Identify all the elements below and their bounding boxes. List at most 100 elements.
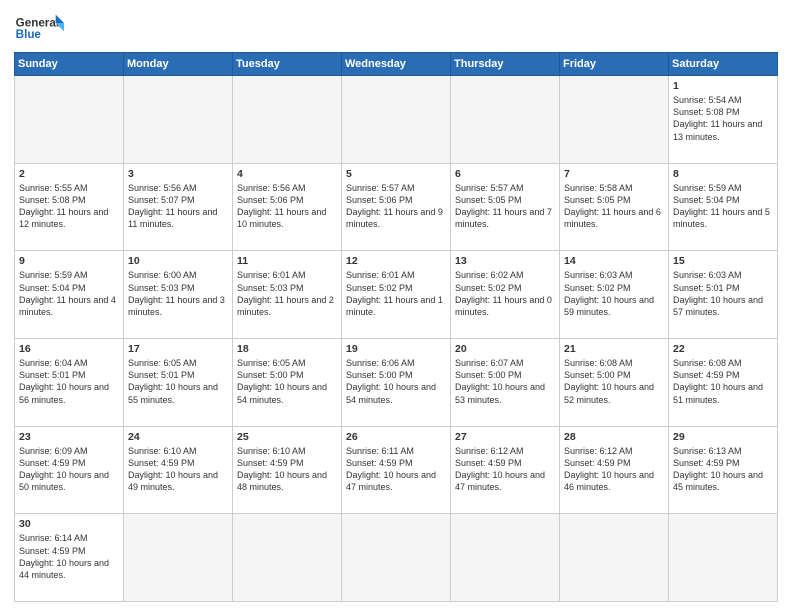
- calendar-table: SundayMondayTuesdayWednesdayThursdayFrid…: [14, 52, 778, 602]
- weekday-header-friday: Friday: [560, 53, 669, 76]
- logo: General Blue: [14, 10, 64, 46]
- calendar-cell: [124, 514, 233, 602]
- day-info: Sunrise: 5:58 AM Sunset: 5:05 PM Dayligh…: [564, 182, 664, 231]
- page: General Blue SundayMondayTuesdayWednesda…: [0, 0, 792, 612]
- weekday-header-sunday: Sunday: [15, 53, 124, 76]
- calendar-cell: [15, 76, 124, 164]
- day-info: Sunrise: 5:56 AM Sunset: 5:06 PM Dayligh…: [237, 182, 337, 231]
- day-info: Sunrise: 6:13 AM Sunset: 4:59 PM Dayligh…: [673, 445, 773, 494]
- calendar-cell: 18Sunrise: 6:05 AM Sunset: 5:00 PM Dayli…: [233, 338, 342, 426]
- calendar-cell: 7Sunrise: 5:58 AM Sunset: 5:05 PM Daylig…: [560, 163, 669, 251]
- day-info: Sunrise: 6:00 AM Sunset: 5:03 PM Dayligh…: [128, 269, 228, 318]
- calendar-cell: 12Sunrise: 6:01 AM Sunset: 5:02 PM Dayli…: [342, 251, 451, 339]
- day-number: 11: [237, 254, 337, 268]
- calendar-cell: 24Sunrise: 6:10 AM Sunset: 4:59 PM Dayli…: [124, 426, 233, 514]
- day-info: Sunrise: 5:59 AM Sunset: 5:04 PM Dayligh…: [673, 182, 773, 231]
- day-info: Sunrise: 5:59 AM Sunset: 5:04 PM Dayligh…: [19, 269, 119, 318]
- day-number: 19: [346, 342, 446, 356]
- weekday-header-monday: Monday: [124, 53, 233, 76]
- calendar-cell: [451, 76, 560, 164]
- day-info: Sunrise: 6:01 AM Sunset: 5:03 PM Dayligh…: [237, 269, 337, 318]
- day-info: Sunrise: 6:05 AM Sunset: 5:00 PM Dayligh…: [237, 357, 337, 406]
- week-row-4: 16Sunrise: 6:04 AM Sunset: 5:01 PM Dayli…: [15, 338, 778, 426]
- day-info: Sunrise: 6:14 AM Sunset: 4:59 PM Dayligh…: [19, 532, 119, 581]
- calendar-cell: 13Sunrise: 6:02 AM Sunset: 5:02 PM Dayli…: [451, 251, 560, 339]
- day-number: 15: [673, 254, 773, 268]
- day-number: 1: [673, 79, 773, 93]
- week-row-2: 2Sunrise: 5:55 AM Sunset: 5:08 PM Daylig…: [15, 163, 778, 251]
- calendar-cell: [233, 514, 342, 602]
- day-number: 3: [128, 167, 228, 181]
- calendar-cell: 10Sunrise: 6:00 AM Sunset: 5:03 PM Dayli…: [124, 251, 233, 339]
- day-info: Sunrise: 6:03 AM Sunset: 5:01 PM Dayligh…: [673, 269, 773, 318]
- day-info: Sunrise: 6:12 AM Sunset: 4:59 PM Dayligh…: [455, 445, 555, 494]
- day-info: Sunrise: 5:57 AM Sunset: 5:05 PM Dayligh…: [455, 182, 555, 231]
- day-info: Sunrise: 6:02 AM Sunset: 5:02 PM Dayligh…: [455, 269, 555, 318]
- header: General Blue: [14, 10, 778, 46]
- calendar-cell: [560, 514, 669, 602]
- calendar-cell: 29Sunrise: 6:13 AM Sunset: 4:59 PM Dayli…: [669, 426, 778, 514]
- calendar-cell: 20Sunrise: 6:07 AM Sunset: 5:00 PM Dayli…: [451, 338, 560, 426]
- calendar-cell: 9Sunrise: 5:59 AM Sunset: 5:04 PM Daylig…: [15, 251, 124, 339]
- weekday-header-thursday: Thursday: [451, 53, 560, 76]
- day-info: Sunrise: 6:03 AM Sunset: 5:02 PM Dayligh…: [564, 269, 664, 318]
- day-number: 18: [237, 342, 337, 356]
- day-info: Sunrise: 6:06 AM Sunset: 5:00 PM Dayligh…: [346, 357, 446, 406]
- calendar-cell: [124, 76, 233, 164]
- calendar-cell: 27Sunrise: 6:12 AM Sunset: 4:59 PM Dayli…: [451, 426, 560, 514]
- calendar-cell: 26Sunrise: 6:11 AM Sunset: 4:59 PM Dayli…: [342, 426, 451, 514]
- day-info: Sunrise: 6:11 AM Sunset: 4:59 PM Dayligh…: [346, 445, 446, 494]
- calendar-cell: 1Sunrise: 5:54 AM Sunset: 5:08 PM Daylig…: [669, 76, 778, 164]
- calendar-cell: 11Sunrise: 6:01 AM Sunset: 5:03 PM Dayli…: [233, 251, 342, 339]
- generalblue-logo-icon: General Blue: [14, 10, 64, 46]
- calendar-cell: 4Sunrise: 5:56 AM Sunset: 5:06 PM Daylig…: [233, 163, 342, 251]
- calendar-cell: 30Sunrise: 6:14 AM Sunset: 4:59 PM Dayli…: [15, 514, 124, 602]
- calendar-cell: 6Sunrise: 5:57 AM Sunset: 5:05 PM Daylig…: [451, 163, 560, 251]
- week-row-3: 9Sunrise: 5:59 AM Sunset: 5:04 PM Daylig…: [15, 251, 778, 339]
- day-number: 17: [128, 342, 228, 356]
- day-number: 24: [128, 430, 228, 444]
- day-info: Sunrise: 6:01 AM Sunset: 5:02 PM Dayligh…: [346, 269, 446, 318]
- calendar-cell: 5Sunrise: 5:57 AM Sunset: 5:06 PM Daylig…: [342, 163, 451, 251]
- calendar-cell: 23Sunrise: 6:09 AM Sunset: 4:59 PM Dayli…: [15, 426, 124, 514]
- day-number: 4: [237, 167, 337, 181]
- day-number: 5: [346, 167, 446, 181]
- weekday-header-row: SundayMondayTuesdayWednesdayThursdayFrid…: [15, 53, 778, 76]
- day-info: Sunrise: 5:57 AM Sunset: 5:06 PM Dayligh…: [346, 182, 446, 231]
- day-info: Sunrise: 6:09 AM Sunset: 4:59 PM Dayligh…: [19, 445, 119, 494]
- day-number: 22: [673, 342, 773, 356]
- calendar-cell: 19Sunrise: 6:06 AM Sunset: 5:00 PM Dayli…: [342, 338, 451, 426]
- day-number: 13: [455, 254, 555, 268]
- week-row-5: 23Sunrise: 6:09 AM Sunset: 4:59 PM Dayli…: [15, 426, 778, 514]
- day-number: 27: [455, 430, 555, 444]
- calendar-cell: 28Sunrise: 6:12 AM Sunset: 4:59 PM Dayli…: [560, 426, 669, 514]
- day-number: 30: [19, 517, 119, 531]
- day-number: 9: [19, 254, 119, 268]
- day-number: 10: [128, 254, 228, 268]
- calendar-cell: 2Sunrise: 5:55 AM Sunset: 5:08 PM Daylig…: [15, 163, 124, 251]
- day-number: 29: [673, 430, 773, 444]
- calendar-cell: 25Sunrise: 6:10 AM Sunset: 4:59 PM Dayli…: [233, 426, 342, 514]
- day-number: 23: [19, 430, 119, 444]
- calendar-cell: 8Sunrise: 5:59 AM Sunset: 5:04 PM Daylig…: [669, 163, 778, 251]
- day-info: Sunrise: 6:10 AM Sunset: 4:59 PM Dayligh…: [237, 445, 337, 494]
- calendar-cell: [342, 514, 451, 602]
- day-info: Sunrise: 6:05 AM Sunset: 5:01 PM Dayligh…: [128, 357, 228, 406]
- week-row-1: 1Sunrise: 5:54 AM Sunset: 5:08 PM Daylig…: [15, 76, 778, 164]
- calendar-cell: 14Sunrise: 6:03 AM Sunset: 5:02 PM Dayli…: [560, 251, 669, 339]
- day-info: Sunrise: 5:55 AM Sunset: 5:08 PM Dayligh…: [19, 182, 119, 231]
- weekday-header-saturday: Saturday: [669, 53, 778, 76]
- calendar-cell: [233, 76, 342, 164]
- calendar-cell: 16Sunrise: 6:04 AM Sunset: 5:01 PM Dayli…: [15, 338, 124, 426]
- week-row-6: 30Sunrise: 6:14 AM Sunset: 4:59 PM Dayli…: [15, 514, 778, 602]
- day-info: Sunrise: 6:08 AM Sunset: 4:59 PM Dayligh…: [673, 357, 773, 406]
- day-number: 6: [455, 167, 555, 181]
- day-info: Sunrise: 6:04 AM Sunset: 5:01 PM Dayligh…: [19, 357, 119, 406]
- day-number: 21: [564, 342, 664, 356]
- day-number: 14: [564, 254, 664, 268]
- calendar-cell: [669, 514, 778, 602]
- day-info: Sunrise: 6:10 AM Sunset: 4:59 PM Dayligh…: [128, 445, 228, 494]
- calendar-cell: 3Sunrise: 5:56 AM Sunset: 5:07 PM Daylig…: [124, 163, 233, 251]
- day-number: 8: [673, 167, 773, 181]
- day-number: 12: [346, 254, 446, 268]
